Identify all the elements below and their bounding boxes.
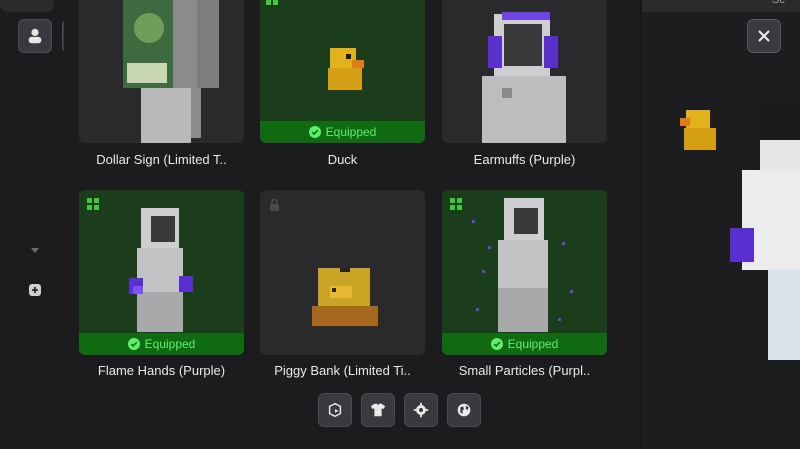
bottom-nav (318, 393, 481, 427)
card-flame-hands[interactable]: Equipped (79, 190, 244, 355)
badge-label: Equipped (325, 125, 377, 139)
profile-button[interactable] (18, 19, 52, 53)
card-name: Duck (327, 152, 358, 167)
left-rail (0, 0, 64, 449)
check-circle-icon (490, 338, 503, 350)
card-name: Small Particles (Purpl.. (458, 363, 591, 378)
card-name: Piggy Bank (Limited Ti.. (274, 363, 411, 378)
character-model (680, 100, 800, 360)
check-circle-icon (308, 126, 321, 138)
emote-icon (328, 402, 342, 418)
globe-button[interactable] (447, 393, 481, 427)
gear-icon (413, 402, 429, 418)
piggy-bank-preview (312, 268, 378, 326)
card-earmuffs[interactable] (442, 0, 607, 143)
card-name: Flame Hands (Purple) (97, 363, 226, 378)
card-name: Dollar Sign (Limited T.. (96, 152, 227, 167)
flame-hands-preview (129, 208, 193, 332)
card-duck[interactable]: Equipped (260, 0, 425, 143)
earmuffs-preview (482, 12, 566, 143)
small-particles-preview (472, 198, 573, 332)
dollar-sign-preview (123, 0, 219, 143)
character-preview-panel: Sc (642, 0, 800, 449)
plus-icon[interactable] (28, 283, 42, 297)
settings-button[interactable] (404, 393, 438, 427)
cosmetics-grid: Dollar Sign (Limited T.. Equipped Duck E… (64, 0, 640, 449)
badge-label: Equipped (507, 337, 559, 351)
cosmetics-button[interactable] (361, 393, 395, 427)
globe-icon (457, 403, 471, 417)
card-small-particles[interactable]: Equipped (442, 190, 607, 355)
emote-button[interactable] (318, 393, 352, 427)
caret-down-icon[interactable] (28, 243, 42, 257)
badge-label: Equipped (144, 337, 196, 351)
card-dollar-sign[interactable] (79, 0, 244, 143)
card-piggy-bank[interactable] (260, 190, 425, 355)
check-circle-icon (127, 338, 140, 350)
equipped-badge: Equipped (442, 333, 607, 355)
card-name: Earmuffs (Purple) (473, 152, 576, 167)
person-icon (28, 28, 42, 44)
rail-top-tab[interactable] (0, 0, 54, 12)
shirt-icon (370, 403, 386, 417)
equipped-badge: Equipped (79, 333, 244, 355)
equipped-badge: Equipped (260, 121, 425, 143)
